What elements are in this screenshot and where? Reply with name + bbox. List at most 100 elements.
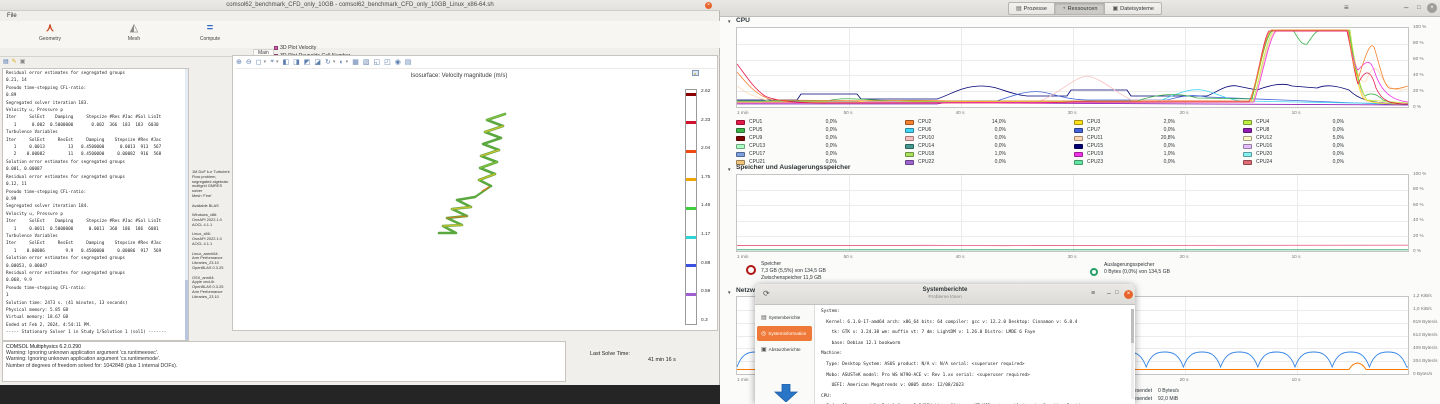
cpu-name: CPU19 — [1087, 151, 1123, 157]
cpu-usage-value: 0,0% — [954, 159, 1006, 165]
close-icon[interactable]: × — [1427, 3, 1437, 13]
compute-button[interactable]: = Compute — [186, 22, 234, 47]
system-info-content[interactable]: System: Kernel: 6.1.0-17-amd64 arch: x86… — [815, 305, 1135, 404]
geometry-button[interactable]: ⋏ Geometry — [28, 22, 72, 47]
system-info-text: System: Kernel: 6.1.0-17-amd64 arch: x86… — [821, 307, 1083, 404]
graphics-panel[interactable]: ⊕⊖◻▾⌖▾◧◨◩◪↻▾◐▾▦▧◱◰◉▤ Isosurface: Velocit… — [232, 55, 718, 331]
memory-pie-icon — [746, 265, 756, 275]
memory-legend: Speicher 7,3 GB (5,5%) von 134,5 GB Zwis… — [761, 261, 826, 282]
system-reports-title: Systemberichte — [755, 287, 1135, 293]
menu-icon[interactable]: ≡ — [1344, 3, 1349, 13]
sidebar-item-label: Systeminformation — [768, 331, 806, 336]
sidebar-item-systeminformation[interactable]: ◎Systeminformation — [757, 326, 812, 341]
cpu-usage-value: 0,0% — [954, 127, 1006, 133]
cpu-name: CPU17 — [749, 151, 785, 157]
system-reports-titlebar[interactable]: ⟳ Systemberichte Probleme lösen ≡ – □ × — [755, 284, 1135, 305]
cpu-name: CPU1 — [749, 119, 785, 125]
cpu-color-swatch — [1074, 120, 1083, 125]
network-expander-icon[interactable]: ▼ — [727, 290, 731, 295]
system-reports-subtitle: Probleme lösen — [755, 295, 1135, 300]
cpu-name: CPU6 — [918, 127, 954, 133]
cpu-legend-item: CPU50,0% — [736, 126, 905, 134]
axis-y-label: 80 % — [1413, 186, 1424, 191]
copy-log-icon[interactable]: ▣ — [20, 58, 26, 66]
tab-prozesse[interactable]: ▤Prozesse — [1008, 2, 1055, 15]
axis-x-label: 1 min — [737, 377, 748, 382]
sent-total-value: 92,0 MiB — [1158, 395, 1179, 403]
minimize-icon[interactable]: – — [1404, 3, 1408, 13]
axis-y-label: 100 % — [1413, 24, 1426, 29]
comsol-titlebar[interactable]: comsol62_benchmark_CFD_only_10GB - comso… — [0, 0, 720, 11]
axis-y-label: 20 % — [1413, 233, 1424, 238]
cpu-usage-value: 0,0% — [1292, 127, 1344, 133]
messages-panel[interactable]: COMSOL Multiphysics 6.2.0.290Warning: Ig… — [2, 341, 566, 382]
system-monitor-tabs: ▤Prozesse◔Ressourcen▣Dateisysteme — [1008, 2, 1162, 15]
cpu-usage-value: 1,0% — [954, 151, 1006, 157]
memory-chart — [736, 174, 1409, 252]
processes-icon: ▤ — [1016, 5, 1022, 12]
cpu-name: CPU2 — [918, 119, 954, 125]
tab-dateisysteme[interactable]: ▣Dateisysteme — [1105, 2, 1162, 15]
log-scrollbar[interactable] — [185, 69, 188, 340]
cpu-legend-item: CPU125,0% — [1243, 134, 1412, 142]
memory-y-axis: 100 % 80 % 60 % 40 % 20 % 0 % — [1413, 171, 1426, 253]
solver-log-panel[interactable]: Residual error estimates for segregated … — [2, 68, 189, 341]
cpu-legend-item: CPU150,0% — [1074, 142, 1243, 150]
cpu-usage-value: 0,0% — [1123, 159, 1175, 165]
mesh-button[interactable]: ◭ Mesh — [112, 22, 156, 47]
cpu-color-swatch — [1243, 128, 1252, 133]
cpu-color-swatch — [1243, 160, 1252, 165]
cpu-usage-value: 0,0% — [785, 143, 837, 149]
menu-icon[interactable]: ≡ — [1091, 290, 1095, 297]
cpu-legend-item: CPU80,0% — [1243, 126, 1412, 134]
cpu-usage-value: 0,0% — [1123, 143, 1175, 149]
maximize-icon[interactable]: □ — [1417, 3, 1421, 13]
sidebar-item-systemberichte[interactable]: ▤Systemberichte — [757, 310, 812, 325]
cpu-legend-item: CPU160,0% — [1243, 142, 1412, 150]
clear-log-icon[interactable]: ✎ — [12, 58, 17, 66]
content-scrollbar[interactable] — [1131, 309, 1134, 399]
axis-y-label: 40 % — [1413, 217, 1424, 222]
axis-x-label: 1 min — [737, 110, 748, 115]
memory-label: Speicher — [761, 261, 826, 268]
memory-expander-icon[interactable]: ▼ — [727, 167, 731, 172]
cpu-usage-value: 0,0% — [785, 127, 837, 133]
colorbar-tick-label: 2.62 — [701, 89, 710, 94]
colorbar-tick-label: 0.88 — [701, 261, 710, 266]
axis-y-label: 1,0 KiB/s — [1413, 306, 1432, 311]
log-settings-icon[interactable]: ▤ — [3, 58, 9, 66]
cpu-legend-item: CPU70,0% — [1074, 126, 1243, 134]
axis-y-label: 60 % — [1413, 202, 1424, 207]
cpu-usage-value: 20,8% — [1123, 135, 1175, 141]
sidebar-item-absturzberichte[interactable]: ▣Absturzberichte — [757, 342, 812, 357]
axis-y-label: 1,2 KiB/s — [1413, 293, 1432, 298]
cpu-usage-value: 2,0% — [1123, 119, 1175, 125]
cpu-expander-icon[interactable]: ▼ — [727, 19, 731, 24]
cpu-legend-item: CPU60,0% — [905, 126, 1074, 134]
cpu-legend-item: CPU170,0% — [736, 150, 905, 158]
cpu-name: CPU9 — [749, 135, 785, 141]
colorbar-band — [686, 178, 696, 181]
swap-label: Auslagerungsspeicher — [1104, 262, 1170, 269]
sidebar-item-label: Systemberichte — [769, 315, 801, 320]
tab-ressourcen[interactable]: ◔Ressourcen — [1055, 2, 1105, 15]
cpu-color-swatch — [736, 120, 745, 125]
cpu-x-axis: 1 min50 s40 s30 s20 s10 s — [736, 110, 1409, 117]
cpu-color-swatch — [1243, 136, 1252, 141]
dual-screen-desktop: comsol62_benchmark_CFD_only_10GB - comso… — [0, 0, 1440, 404]
resources-icon: ◔ — [1062, 6, 1066, 12]
minimize-icon[interactable]: – — [1107, 290, 1111, 297]
cpu-legend-item: CPU1120,8% — [1074, 134, 1243, 142]
cpu-color-swatch — [1243, 144, 1252, 149]
cpu-usage-lines — [737, 28, 1408, 107]
swap-legend: Auslagerungsspeicher 0 Bytes (0,0%) von … — [1104, 262, 1170, 276]
comsol-window-title: comsol62_benchmark_CFD_only_10GB - comso… — [226, 2, 493, 8]
maximize-icon[interactable]: □ — [1115, 290, 1119, 296]
file-menu[interactable]: File — [7, 11, 17, 21]
axis-y-label: 100 % — [1413, 171, 1426, 176]
close-icon[interactable]: × — [1124, 290, 1133, 299]
colorbar-tick-label: 0.59 — [701, 289, 710, 294]
axis-y-label: 40 % — [1413, 72, 1424, 77]
axis-y-label: 0 % — [1413, 248, 1421, 253]
close-icon[interactable]: × — [705, 2, 712, 9]
